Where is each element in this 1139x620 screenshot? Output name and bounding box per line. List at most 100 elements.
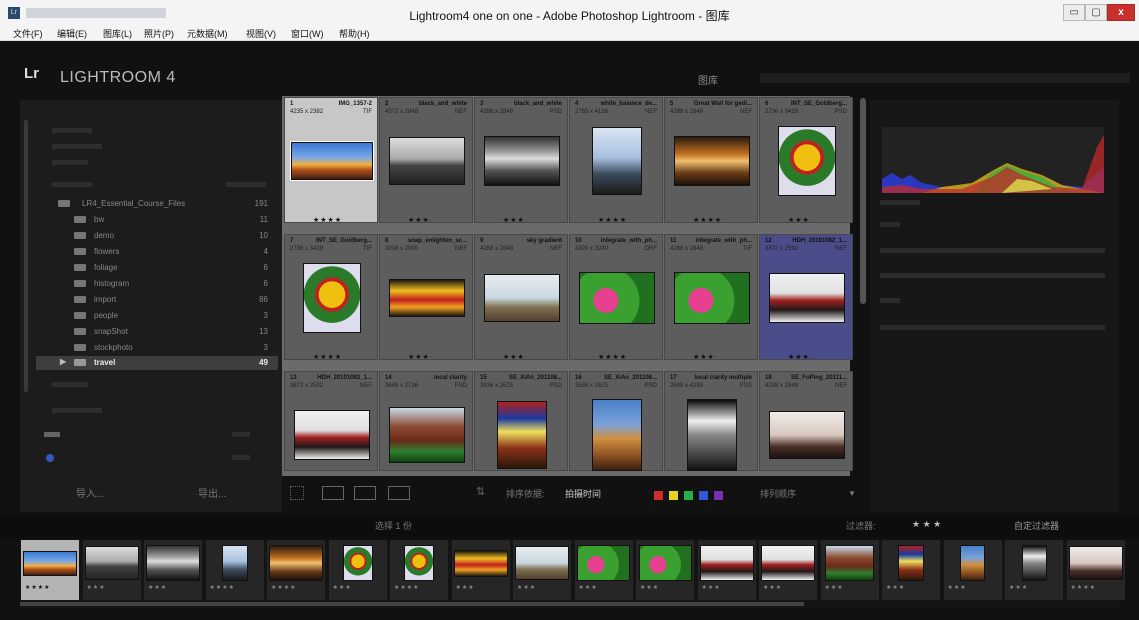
folder-item[interactable]: stockphoto 3 — [36, 341, 278, 355]
photo-thumbnail[interactable] — [389, 279, 465, 317]
folder-item-selected[interactable]: ▶ travel 49 — [36, 356, 278, 370]
filmstrip-thumbnail[interactable] — [1068, 546, 1123, 580]
menu-window[interactable]: 窗口(W) — [291, 27, 324, 40]
photo-thumbnail[interactable] — [484, 136, 560, 186]
grid-cell[interactable]: 4 white_balance_de... 2765 x 4156 NEF ★★★★ — [569, 97, 663, 224]
filmstrip-thumbnail[interactable] — [577, 545, 630, 581]
filmstrip-item[interactable]: ★★★ — [513, 540, 571, 600]
filmstrip-thumbnail[interactable] — [638, 545, 692, 581]
grid-cell[interactable]: 8 snap_enlighten_sc... 3008 x 2000 NEF ★★★· — [379, 234, 473, 361]
left-panel-scrollbar[interactable] — [24, 120, 28, 392]
menu-photo[interactable]: 照片(P) — [144, 27, 174, 40]
folder-item[interactable]: snapShot 13 — [36, 325, 278, 339]
color-label-purple[interactable] — [714, 491, 723, 500]
photo-thumbnail[interactable] — [290, 141, 374, 181]
photo-thumbnail[interactable] — [497, 401, 547, 469]
grid-cell[interactable]: 11 integrate_with_ph... 4288 x 2848 TIF ★★★· — [664, 234, 758, 361]
filmstrip-thumbnail[interactable] — [146, 545, 200, 581]
histogram[interactable] — [882, 127, 1104, 193]
photo-thumbnail[interactable] — [592, 399, 642, 471]
folder-item[interactable]: foliage 6 — [36, 261, 278, 275]
grid-cell[interactable]: 12 HDH_20101082_1... 3872 x 2592 NEF ★★★· — [759, 234, 853, 361]
grid-cell[interactable]: 18 SE_FoPing_20111... 4288 x 2848 NEF — [759, 371, 853, 471]
filmstrip-item[interactable]: ★★★ — [636, 540, 694, 600]
filmstrip-item[interactable]: ★★★★ — [21, 540, 79, 600]
compare-view-icon[interactable] — [354, 486, 376, 500]
filmstrip-thumbnail[interactable] — [342, 545, 373, 581]
menu-library[interactable]: 图库(L) — [103, 27, 132, 40]
color-label-red[interactable] — [654, 491, 663, 500]
filmstrip-item[interactable]: ★★★★ — [267, 540, 325, 600]
filmstrip-thumbnail[interactable] — [898, 545, 924, 581]
color-label-green[interactable] — [684, 491, 693, 500]
filmstrip-thumbnail[interactable] — [515, 546, 569, 580]
filmstrip-item[interactable]: ★★★ — [820, 540, 879, 600]
filmstrip-thumbnail[interactable] — [269, 545, 323, 581]
filmstrip-item[interactable]: ★★★ — [759, 540, 817, 600]
grid-cell[interactable]: 14 local clarity 3648 x 2736 PSD — [379, 371, 473, 471]
filmstrip-thumbnail[interactable] — [960, 545, 985, 581]
filter-stars[interactable]: ★ ★ ★ — [912, 519, 941, 530]
folder-root[interactable]: LR4_Essential_Course_Files 191 — [36, 197, 278, 211]
color-label-yellow[interactable] — [669, 491, 678, 500]
grid-cell[interactable]: 13 HDH_20101082_1... 3872 x 2592 NEF — [284, 371, 378, 471]
export-button[interactable]: 导出... — [198, 485, 226, 500]
color-label-blue[interactable] — [699, 491, 708, 500]
filmstrip-item[interactable]: ★★★★ — [205, 540, 264, 600]
folder-item[interactable]: demo 10 — [36, 229, 278, 243]
photo-thumbnail[interactable] — [769, 273, 845, 323]
photo-thumbnail[interactable] — [579, 272, 655, 324]
minimize-button[interactable]: ▭ — [1063, 4, 1085, 21]
filmstrip-item[interactable]: ★★★★ — [1066, 540, 1125, 600]
grid-cell[interactable]: 17 local clarity multiple 2848 x 4288 PSD — [664, 371, 758, 471]
grid-cell[interactable]: 3 black_and_white 4288 x 2848 PSD ★★★· — [474, 97, 568, 224]
folder-item[interactable]: bw 11 — [36, 213, 278, 227]
menu-metadata[interactable]: 元数据(M) — [187, 27, 228, 40]
grid-cell[interactable]: 5 Great Wall for gedi... 4288 x 2848 NEF ★★★… — [664, 97, 758, 224]
filmstrip-thumbnail[interactable] — [699, 545, 754, 581]
grid-cell[interactable]: 16 SE_XiAn_201108... 3636 x 2625 PSD — [569, 371, 663, 471]
filmstrip-item[interactable]: ★★★★ — [390, 540, 448, 600]
filmstrip-item[interactable]: ★★★ — [882, 540, 940, 600]
menu-edit[interactable]: 编辑(E) — [57, 27, 87, 40]
filmstrip-item[interactable]: ★★★ — [943, 540, 1002, 600]
close-button[interactable]: x — [1107, 4, 1135, 21]
menu-view[interactable]: 视图(V) — [246, 27, 276, 40]
sort-order-label[interactable]: 排列顺序 — [760, 487, 796, 500]
filmstrip-item[interactable]: ★★★ — [1005, 540, 1063, 600]
filmstrip-thumbnail[interactable] — [825, 545, 874, 581]
filmstrip-scrollbar[interactable] — [20, 602, 804, 606]
filmstrip-thumbnail[interactable] — [453, 549, 508, 577]
grid-cell[interactable]: 2 black_and_white 4272 x 2848 NEF ★★★· — [379, 97, 473, 224]
filmstrip-thumbnail[interactable] — [404, 545, 434, 581]
grid-scrollbar[interactable] — [860, 98, 866, 304]
import-button[interactable]: 导入... — [76, 485, 104, 500]
photo-thumbnail[interactable] — [674, 136, 750, 186]
photo-thumbnail[interactable] — [769, 411, 845, 459]
filmstrip-item[interactable]: ★★★ — [574, 540, 633, 600]
folder-item[interactable]: flowers 4 — [36, 245, 278, 259]
photo-thumbnail[interactable] — [674, 272, 750, 324]
maximize-button[interactable]: ▢ — [1085, 4, 1107, 21]
folder-item[interactable]: import 86 — [36, 293, 278, 307]
grid-cell[interactable]: 9 sky gradient 4288 x 2848 NEF ★★★· — [474, 234, 568, 361]
photo-thumbnail[interactable] — [303, 263, 361, 333]
survey-view-icon[interactable] — [388, 486, 410, 500]
photo-thumbnail[interactable] — [389, 137, 465, 185]
disclosure-triangle-icon[interactable]: ▶ — [60, 357, 66, 366]
menu-file[interactable]: 文件(F) — [13, 27, 43, 40]
filmstrip-item[interactable]: ★★★ — [328, 540, 387, 600]
filmstrip-item[interactable]: ★★★ — [82, 540, 141, 600]
filmstrip-item[interactable]: ★★★ — [144, 540, 202, 600]
photo-thumbnail[interactable] — [778, 126, 836, 196]
sort-value[interactable]: 拍摄时间 — [565, 487, 601, 500]
grid-cell[interactable]: 1 IMG_1357-2 4235 x 2382 TIF ★★★★ — [284, 97, 378, 224]
photo-thumbnail[interactable] — [687, 399, 737, 471]
menu-help[interactable]: 帮助(H) — [339, 27, 370, 40]
loupe-view-icon[interactable] — [322, 486, 344, 500]
grid-cell[interactable]: 7 INT_SE_Goldberg... 2736 x 3429 TIF ★★★★ — [284, 234, 378, 361]
filmstrip-thumbnail[interactable] — [84, 546, 139, 580]
filmstrip-thumbnail[interactable] — [761, 545, 815, 581]
filmstrip-item[interactable]: ★★★ — [697, 540, 756, 600]
filmstrip-thumbnail[interactable] — [221, 545, 248, 581]
